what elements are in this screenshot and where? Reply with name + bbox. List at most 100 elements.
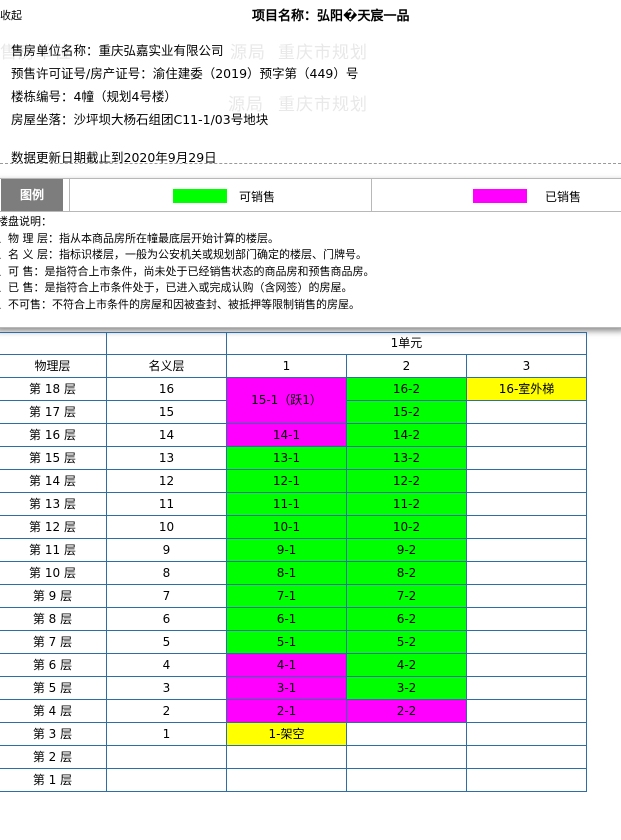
unit-cell-green[interactable]: 15-2 [346,400,467,424]
nominal-floor-label [106,745,227,769]
unit-cell-green[interactable]: 8-2 [346,561,467,585]
note-item: 、已 售：是指符合上市条件处于，已进入或完成认购（含网签）的房屋。 [0,281,353,294]
note-item: 、不可售：不符合上市条件的房屋和因被查封、被抵押等限制销售的房屋。 [0,297,360,311]
empty-cell [466,630,587,654]
unit-cell-green[interactable]: 14-2 [346,423,467,447]
physical-floor-label: 第 18 层 [0,377,107,401]
empty-cell [466,699,587,723]
empty-cell [466,584,587,608]
unit-cell-green[interactable]: 5-2 [346,630,467,654]
unit-cell-green[interactable]: 10-1 [226,515,347,539]
unit-cell-yellow[interactable]: 1-架空 [226,722,347,746]
unit-cell-green[interactable]: 3-2 [346,676,467,700]
nominal-floor-label: 9 [106,538,227,562]
unit-cell-green[interactable]: 6-1 [226,607,347,631]
watermark-text: 重庆市规划 [278,95,368,115]
unit-cell-magenta[interactable]: 2-1 [226,699,347,723]
unit-cell-green[interactable]: 12-2 [346,469,467,493]
physical-floor-label: 第 2 层 [0,745,107,769]
physical-floor-label: 第 3 层 [0,722,107,746]
unit-cell-green[interactable]: 9-1 [226,538,347,562]
presale-permit: 预售许可证号/房产证号：渝住建委（2019）预字第（449）号 [11,66,359,81]
unit-cell-magenta[interactable]: 2-2 [346,699,467,723]
empty-cell [466,515,587,539]
nominal-floor-label [106,768,227,792]
nominal-floor-label: 4 [106,653,227,677]
unit-cell-magenta[interactable]: 4-1 [226,653,347,677]
developer-name: 售房单位名称：重庆弘嘉实业有限公司 [11,43,224,58]
physical-floor-label: 第 17 层 [0,400,107,424]
building-number: 楼栋编号：4幢（规划4号楼） [11,89,177,104]
unit-cell-green[interactable]: 13-1 [226,446,347,470]
unit-cell-green[interactable]: 16-2 [346,377,467,401]
nominal-floor-label: 13 [106,446,227,470]
unit-cell-magenta[interactable]: 14-1 [226,423,347,447]
physical-floor-label: 第 4 层 [0,699,107,723]
unit-cell-green[interactable]: 5-1 [226,630,347,654]
unit-cell-green[interactable]: 7-1 [226,584,347,608]
unit-cell-green[interactable]: 8-1 [226,561,347,585]
legend-bar: 图例 可销售 已销售 [0,179,621,212]
unit-cell-green[interactable]: 11-2 [346,492,467,516]
empty-cell [466,469,587,493]
physical-floor-label: 第 9 层 [0,584,107,608]
empty-cell [346,745,467,769]
floor-table: 1单元 物理层 名义层 1 2 3 第 18 层 16 第 17 层 15 第 16 层 14 第 15… [0,332,587,792]
empty-cell [466,400,587,424]
unit-cell-green[interactable]: 13-2 [346,446,467,470]
note-item: 、物 理 层：指从本商品房所在幢最底层开始计算的楼层。 [0,231,279,245]
unit-cell-yellow[interactable]: 16-室外梯 [466,377,587,401]
unit-cell-green[interactable]: 7-2 [346,584,467,608]
physical-floor-label: 第 7 层 [0,630,107,654]
watermark-text: 重庆市规划 [278,43,368,63]
unit-cell-green[interactable]: 10-2 [346,515,467,539]
empty-cell [346,768,467,792]
nominal-floor-label: 14 [106,423,227,447]
unit-header: 1单元 [226,332,587,355]
header-blank [106,332,227,355]
sold-swatch [473,189,527,203]
available-label: 可销售 [239,190,276,204]
note-item: 、名 义 层：指标识楼层，一般为公安机关或规划部门确定的楼层、门牌号。 [0,248,367,261]
divider [371,179,372,211]
unit-cell-magenta[interactable]: 3-1 [226,676,347,700]
unit-column-header: 1 [226,354,347,378]
unit-cell-green[interactable]: 11-1 [226,492,347,516]
physical-floor-label: 第 15 层 [0,446,107,470]
header-blank [0,332,107,355]
collapse-link[interactable]: 收起 [0,7,22,23]
empty-cell [226,768,347,792]
available-swatch [173,189,227,203]
physical-floor-label: 第 13 层 [0,492,107,516]
sold-label: 已销售 [545,190,582,204]
legend-tag: 图例 [1,179,63,211]
empty-cell [466,446,587,470]
nominal-floor-label: 11 [106,492,227,516]
unit-column-header: 2 [346,354,467,378]
empty-cell [466,561,587,585]
unit-cell-green[interactable]: 6-2 [346,607,467,631]
empty-cell [466,676,587,700]
building-location: 房屋坐落：沙坪坝大杨石组团C11-1/03号地块 [11,112,269,127]
project-title: 项目名称：弘阳�天宸一品 [252,9,410,24]
unit-cell-magenta[interactable]: 15-1（跃1） [226,377,347,424]
nominal-floor-label: 12 [106,469,227,493]
note-item: 、可 售：是指符合上市条件，尚未处于已经销售状态的商品房和预售商品房。 [0,264,375,278]
empty-cell [466,653,587,677]
nominal-floor-label: 1 [106,722,227,746]
physical-floor-label: 第 16 层 [0,423,107,447]
empty-cell [466,745,587,769]
unit-cell-green[interactable]: 4-2 [346,653,467,677]
physical-floor-label: 第 12 层 [0,515,107,539]
unit-cell-green[interactable]: 9-2 [346,538,467,562]
unit-cell-green[interactable]: 12-1 [226,469,347,493]
physical-floor-label: 第 10 层 [0,561,107,585]
nominal-floor-header: 名义层 [106,354,227,378]
physical-floor-label: 第 1 层 [0,768,107,792]
unit-column-header: 3 [466,354,587,378]
nominal-floor-label: 2 [106,699,227,723]
legend-panel: 图例 可销售 已销售 楼盘说明： 、物 理 层：指从本商品房所在幢最底层开始计算… [0,178,621,328]
nominal-floor-label: 10 [106,515,227,539]
nominal-floor-label: 6 [106,607,227,631]
legend-notes: 楼盘说明： 、物 理 层：指从本商品房所在幢最底层开始计算的楼层。 、名 义 层… [0,214,375,313]
